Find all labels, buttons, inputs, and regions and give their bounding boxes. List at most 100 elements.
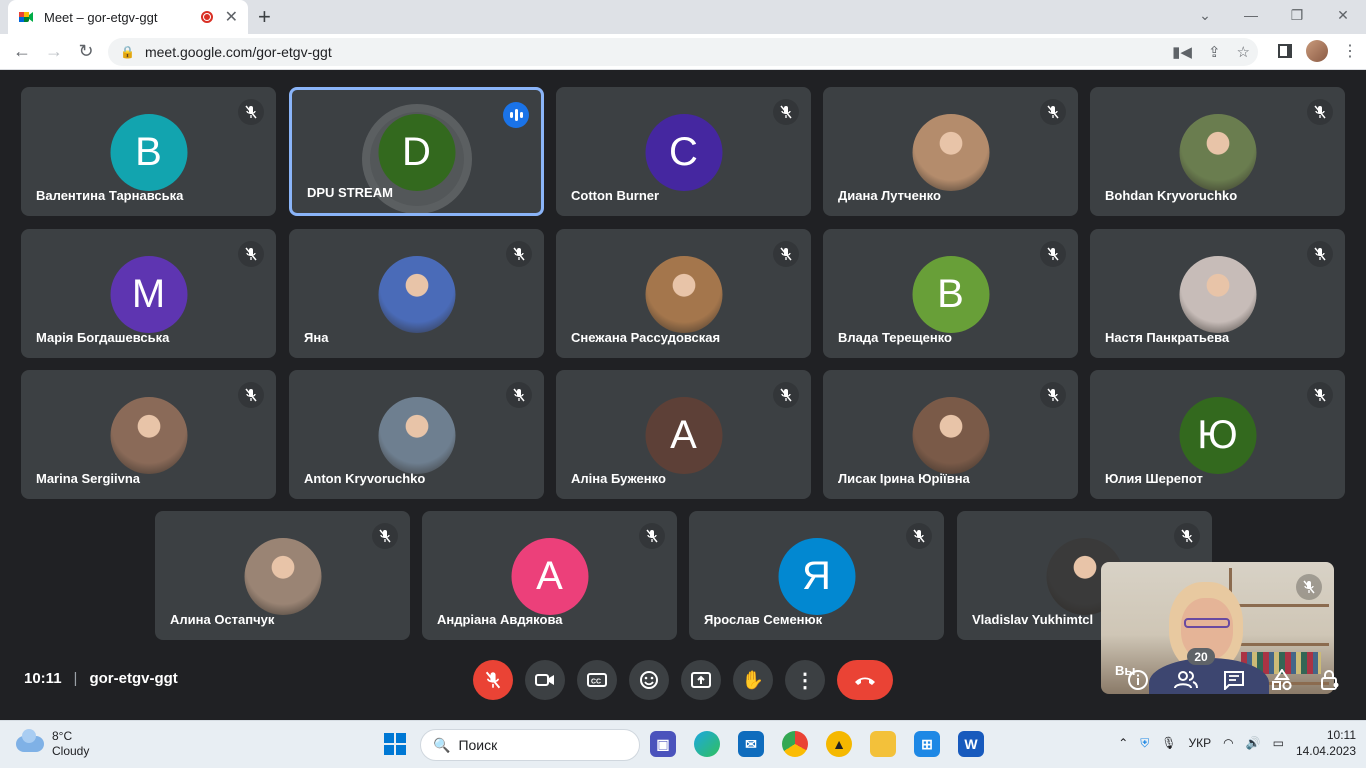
more-options-button[interactable]: ⋮ [785, 660, 825, 700]
people-button[interactable] [1172, 666, 1200, 694]
meeting-info: 10:11 | gor-etgv-ggt [24, 670, 178, 687]
participant-avatar: C [645, 114, 722, 191]
participant-tile[interactable]: Яна [289, 229, 544, 358]
participant-tile[interactable]: В Валентина Тарнавська [21, 87, 276, 216]
store-icon[interactable]: ⊞ [914, 731, 940, 757]
profile-avatar[interactable] [1306, 40, 1328, 62]
share-icon[interactable]: ⇪ [1208, 43, 1221, 61]
participant-avatar: M [110, 256, 187, 333]
participant-count-badge: 20 [1187, 648, 1215, 665]
tab-close-icon[interactable]: ✕ [225, 7, 238, 27]
weather-widget[interactable]: 8°C Cloudy [16, 729, 89, 759]
participant-tile[interactable]: Marina Sergiivna [21, 370, 276, 499]
participant-name: Vladislav Yukhimtcl [972, 612, 1094, 627]
participant-tile[interactable]: Bohdan Kryvoruchko [1090, 87, 1345, 216]
side-panel-icon[interactable] [1278, 44, 1292, 58]
participant-name: Андріана Авдякова [437, 612, 563, 627]
cloud-icon [16, 729, 44, 752]
camera-button[interactable] [525, 660, 565, 700]
mic-off-icon [1296, 574, 1322, 600]
restore-icon[interactable]: ❐ [1274, 0, 1320, 30]
meeting-code[interactable]: gor-etgv-ggt [89, 670, 177, 687]
battery-icon[interactable]: ▭ [1273, 736, 1284, 750]
participant-avatar [1179, 256, 1256, 333]
meet-control-bar: 10:11 | gor-etgv-ggt CC ✋ ⋮ [0, 656, 1366, 704]
hand-icon: ✋ [741, 669, 765, 690]
participant-tile[interactable]: D DPU STREAM [289, 87, 544, 216]
new-tab-button[interactable]: + [258, 4, 271, 30]
participant-tile[interactable]: Anton Kryvoruchko [289, 370, 544, 499]
wifi-icon[interactable]: ◠ [1223, 736, 1233, 750]
participant-tile[interactable]: Алина Остапчук [155, 511, 410, 640]
camera-in-use-icon[interactable]: ▮◀ [1172, 43, 1192, 61]
tab-search-icon[interactable]: ⌄ [1182, 0, 1228, 30]
microphone-off-button[interactable] [473, 660, 513, 700]
participant-tile[interactable]: M Марія Богдашевська [21, 229, 276, 358]
start-button[interactable] [384, 733, 406, 755]
participant-tile[interactable]: Я Ярослав Семенюк [689, 511, 944, 640]
browser-tab-meet[interactable]: Meet – gor-etgv-ggt ✕ [8, 0, 248, 34]
host-controls-button[interactable] [1316, 666, 1344, 694]
present-screen-button[interactable] [681, 660, 721, 700]
chat-button[interactable] [1220, 666, 1248, 694]
activities-button[interactable] [1268, 666, 1296, 694]
participant-name: DPU STREAM [307, 185, 393, 200]
participant-tile[interactable]: A Андріана Авдякова [422, 511, 677, 640]
participant-tile[interactable]: B Влада Терещенко [823, 229, 1078, 358]
language-indicator[interactable]: УКР [1189, 736, 1212, 750]
reactions-button[interactable] [629, 660, 669, 700]
mic-off-icon [1040, 382, 1066, 408]
mic-off-icon [1174, 523, 1200, 549]
back-icon[interactable]: ← [6, 41, 38, 62]
participant-tile[interactable]: C Cotton Burner [556, 87, 811, 216]
security-shield-icon[interactable]: ⛨ [1140, 736, 1149, 751]
word-icon[interactable]: W [958, 731, 984, 757]
minimize-icon[interactable]: — [1228, 0, 1274, 30]
participant-avatar [244, 538, 321, 615]
participant-avatar [378, 397, 455, 474]
participant-avatar: D [378, 114, 455, 191]
taskbar-clock[interactable]: 10:11 14.04.2023 [1296, 727, 1356, 759]
participant-avatar [912, 397, 989, 474]
mic-off-icon [639, 523, 665, 549]
participant-tile[interactable]: Снежана Рассудовская [556, 229, 811, 358]
chrome-icon[interactable] [782, 731, 808, 757]
teams-chat-icon[interactable]: ▣ [650, 731, 676, 757]
app-triangle-icon[interactable]: ▲ [826, 731, 852, 757]
file-explorer-icon[interactable] [870, 731, 896, 757]
participant-tile[interactable]: Лисак Ірина Юріївна [823, 370, 1078, 499]
chat-icon [1224, 671, 1244, 690]
url-text: meet.google.com/gor-etgv-ggt [144, 44, 332, 60]
participant-tile[interactable]: Настя Панкратьева [1090, 229, 1345, 358]
taskbar-search[interactable]: 🔍 Поиск [420, 729, 640, 761]
mic-off-icon [372, 523, 398, 549]
leave-call-button[interactable] [837, 660, 893, 700]
participant-tile[interactable]: Диана Лутченко [823, 87, 1078, 216]
volume-icon[interactable]: 🔊 [1246, 736, 1261, 750]
mic-off-icon [238, 382, 264, 408]
captions-button[interactable]: CC [577, 660, 617, 700]
reload-icon[interactable]: ↻ [70, 41, 102, 62]
window-controls: ⌄ — ❐ ✕ [1182, 0, 1366, 34]
meeting-details-button[interactable] [1124, 666, 1152, 694]
participant-avatar: A [645, 397, 722, 474]
mail-icon[interactable]: ✉ [738, 731, 764, 757]
mic-off-icon [906, 523, 932, 549]
participant-tile[interactable]: A Аліна Буженко [556, 370, 811, 499]
bookmark-star-icon[interactable]: ☆ [1237, 43, 1250, 61]
hang-up-icon [855, 677, 875, 685]
participant-tile[interactable]: Ю Юлия Шерепот [1090, 370, 1345, 499]
mic-off-icon [1040, 99, 1066, 125]
participant-avatar: B [912, 256, 989, 333]
address-bar[interactable]: 🔒 meet.google.com/gor-etgv-ggt ▮◀ ⇪ ☆ [108, 38, 1258, 66]
participant-name: Снежана Рассудовская [571, 330, 721, 345]
mic-off-icon [506, 382, 532, 408]
forward-icon[interactable]: → [38, 41, 70, 62]
browser-menu-icon[interactable]: ⋮ [1342, 41, 1358, 61]
close-window-icon[interactable]: ✕ [1320, 0, 1366, 30]
search-icon: 🔍 [433, 736, 451, 753]
edge-browser-icon[interactable] [694, 731, 720, 757]
show-hidden-icons-icon[interactable]: ⌃ [1118, 736, 1128, 750]
microphone-icon[interactable]: 🎙 [1161, 736, 1176, 750]
raise-hand-button[interactable]: ✋ [733, 660, 773, 700]
